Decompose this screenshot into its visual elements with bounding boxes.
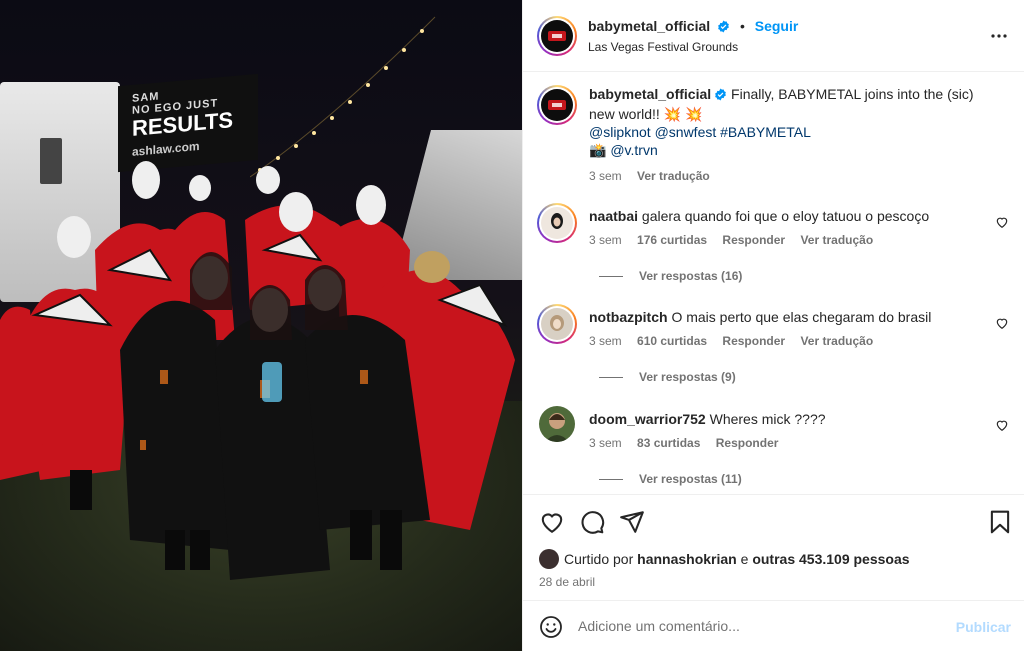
like-heart-icon[interactable]: [539, 509, 565, 535]
post-side-panel: babymetal_official • Seguir Las Vegas Fe…: [522, 0, 1024, 651]
comment-item: naatbai galera quando foi que o eloy tat…: [537, 203, 1009, 293]
comment-time[interactable]: 3 sem: [589, 233, 622, 247]
comment-likes-count[interactable]: 176 curtidas: [637, 233, 707, 247]
group-photo-figures: [0, 161, 515, 580]
replies-divider: [599, 479, 623, 481]
post-location[interactable]: Las Vegas Festival Grounds: [588, 40, 738, 54]
liker-avatar[interactable]: [539, 549, 559, 569]
comment-username[interactable]: notbazpitch: [589, 309, 668, 325]
comment-item: notbazpitch O mais perto que elas chegar…: [537, 304, 1009, 394]
caption-meta: 3 sem Ver tradução: [589, 169, 722, 183]
comment-avatar[interactable]: [537, 304, 577, 344]
emoji-picker-icon[interactable]: [539, 615, 563, 639]
likes-summary: Curtido por hannashokrian e outras 453.1…: [539, 549, 910, 569]
comment-meta: 3 sem 610 curtidas Responder Ver traduçã…: [589, 334, 885, 348]
caption-time[interactable]: 3 sem: [589, 169, 622, 183]
comment-likes-count[interactable]: 610 curtidas: [637, 334, 707, 348]
caption-text-block: babymetal_official Finally, BABYMETAL jo…: [589, 85, 989, 159]
author-avatar[interactable]: [537, 16, 577, 56]
comment-reply-button[interactable]: Responder: [722, 233, 785, 247]
replies-divider: [599, 377, 623, 379]
instagram-post-view: SAM NO EGO JUST RESULTS ashlaw.com babym…: [0, 0, 1024, 651]
comment-text-block: naatbai galera quando foi que o eloy tat…: [589, 207, 989, 225]
caption-username[interactable]: babymetal_official: [589, 86, 711, 102]
view-replies-button[interactable]: Ver respostas (16): [599, 269, 742, 283]
comment-username[interactable]: naatbai: [589, 208, 638, 224]
comment-like-heart-icon[interactable]: [995, 418, 1009, 432]
camera-icon: 📸: [589, 142, 607, 158]
comment-translate-button[interactable]: Ver tradução: [800, 233, 873, 247]
more-options-icon[interactable]: [987, 24, 1011, 48]
comment-reply-button[interactable]: Responder: [722, 334, 785, 348]
replies-divider: [599, 276, 623, 278]
verified-badge-icon: [717, 20, 730, 36]
likes-others[interactable]: outras 453.109 pessoas: [752, 551, 909, 567]
separator-dot: •: [739, 18, 745, 34]
comment-time[interactable]: 3 sem: [589, 334, 622, 348]
likes-prefix: Curtido por: [564, 551, 634, 567]
post-header: babymetal_official • Seguir Las Vegas Fe…: [523, 0, 1024, 72]
caption-author-avatar[interactable]: [537, 85, 577, 125]
comment-meta: 3 sem 83 curtidas Responder: [589, 436, 790, 450]
add-comment-bar: Publicar: [523, 600, 1024, 651]
view-replies-label: Ver respostas (16): [639, 269, 743, 283]
view-replies-label: Ver respostas (11): [639, 472, 742, 486]
caption-credit-row: 📸 @v.trvn: [589, 141, 989, 159]
liker-username[interactable]: hannashokrian: [637, 551, 737, 567]
caption-credit[interactable]: @v.trvn: [610, 142, 657, 158]
caption: babymetal_official Finally, BABYMETAL jo…: [537, 85, 1009, 195]
post-photo[interactable]: SAM NO EGO JUST RESULTS ashlaw.com: [0, 0, 522, 651]
comment-username[interactable]: doom_warrior752: [589, 411, 706, 427]
comments-scroll-area[interactable]: babymetal_official Finally, BABYMETAL jo…: [523, 73, 1024, 494]
verified-badge-icon: [714, 87, 727, 105]
post-actions-section: Curtido por hannashokrian e outras 453.1…: [523, 494, 1024, 599]
publish-button[interactable]: Publicar: [956, 619, 1011, 635]
view-replies-button[interactable]: Ver respostas (9): [599, 370, 736, 384]
author-username[interactable]: babymetal_official: [588, 18, 710, 34]
comment-like-heart-icon[interactable]: [995, 215, 1009, 229]
comment-time[interactable]: 3 sem: [589, 436, 622, 450]
comment-translate-button[interactable]: Ver tradução: [800, 334, 873, 348]
comment-bubble-icon[interactable]: [579, 509, 605, 535]
comment-text: O mais perto que elas chegaram do brasil: [671, 309, 932, 325]
comment-meta: 3 sem 176 curtidas Responder Ver traduçã…: [589, 233, 885, 247]
comment-text-block: notbazpitch O mais perto que elas chegar…: [589, 308, 989, 326]
likes-middle: e: [740, 551, 749, 567]
comment-reply-button[interactable]: Responder: [716, 436, 779, 450]
comment-avatar[interactable]: [537, 203, 577, 243]
comment-text: Wheres mick ????: [709, 411, 826, 427]
comment-avatar[interactable]: [539, 406, 575, 442]
follow-button[interactable]: Seguir: [755, 18, 799, 34]
comment-item: doom_warrior752 Wheres mick ???? 3 sem 8…: [539, 406, 1009, 494]
share-send-icon[interactable]: [619, 509, 645, 535]
view-replies-button[interactable]: Ver respostas (11): [599, 472, 742, 486]
comment-like-heart-icon[interactable]: [995, 316, 1009, 330]
header-title-row: babymetal_official • Seguir: [588, 18, 798, 36]
post-date[interactable]: 28 de abril: [539, 575, 595, 589]
comment-text: galera quando foi que o eloy tatuou o pe…: [641, 208, 930, 224]
comment-likes-count[interactable]: 83 curtidas: [637, 436, 700, 450]
caption-translate-button[interactable]: Ver tradução: [637, 169, 710, 183]
comment-text-block: doom_warrior752 Wheres mick ????: [589, 410, 989, 428]
view-replies-label: Ver respostas (9): [639, 370, 736, 384]
save-bookmark-icon[interactable]: [987, 509, 1013, 535]
comment-input[interactable]: [578, 614, 948, 638]
caption-tags[interactable]: @slipknot @snwfest #BABYMETAL: [589, 123, 989, 141]
